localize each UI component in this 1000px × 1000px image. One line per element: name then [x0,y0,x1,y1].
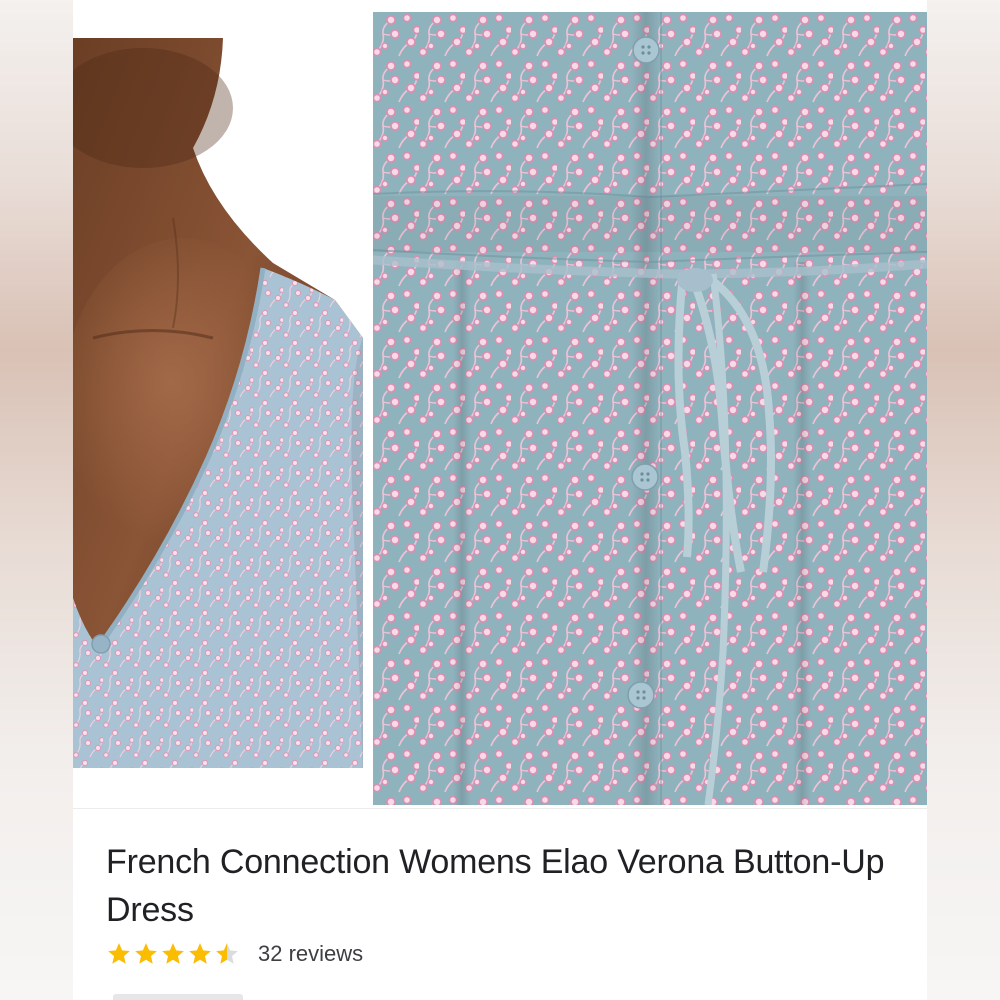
product-card[interactable]: French Connection Womens Elao Verona But… [73,0,927,1000]
button-icon [631,463,659,491]
star-rating [106,941,240,967]
product-image-model[interactable] [73,38,363,780]
star-icon [135,943,157,964]
star-icon [108,943,130,964]
star-icon [216,943,238,964]
reviews-count[interactable]: 32 reviews [258,941,363,967]
button-icon [91,634,111,654]
product-title[interactable]: French Connection Womens Elao Verona But… [106,838,906,934]
button-icon [632,36,660,64]
scroll-indicator [113,994,243,1000]
model-neckline-photo [73,38,363,780]
product-image-closeup[interactable] [373,12,927,805]
star-icon [189,943,211,964]
dress-waist-tie-closeup-photo [373,12,927,805]
button-icon [627,681,655,709]
rating-row[interactable]: 32 reviews [106,938,363,970]
star-icon [162,943,184,964]
divider [73,808,927,809]
